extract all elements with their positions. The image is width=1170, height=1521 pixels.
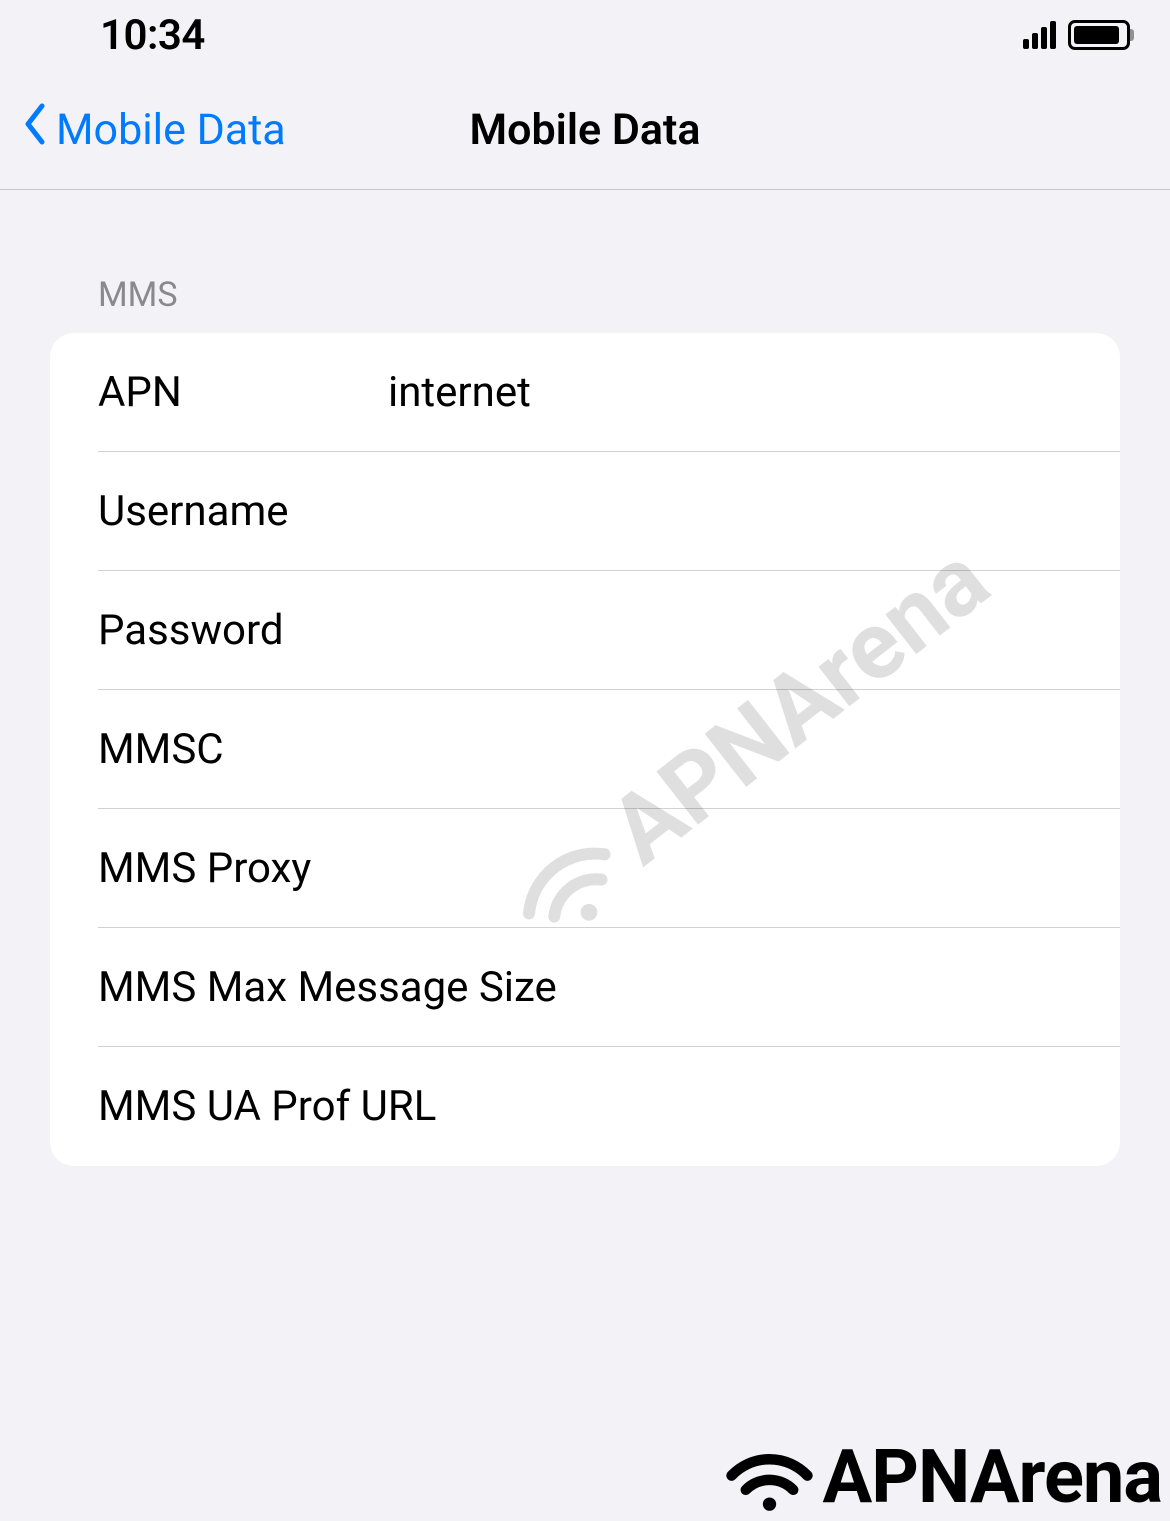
row-label: MMS UA Prof URL [98,1082,436,1131]
row-label: MMS Proxy [98,844,388,893]
row-apn[interactable]: APN [50,333,1120,452]
nav-bar: Mobile Data Mobile Data [0,70,1170,190]
row-mms-max-message-size[interactable]: MMS Max Message Size [50,928,1120,1047]
row-username[interactable]: Username [50,452,1120,571]
row-label: MMS Max Message Size [98,963,557,1012]
status-indicators [1023,20,1130,50]
footer-brand: APNArena [722,1434,1162,1521]
row-mmsc[interactable]: MMSC [50,690,1120,809]
mms-ua-prof-url-field[interactable] [436,1082,1120,1131]
chevron-left-icon [22,102,48,157]
content: MMS APN Username Password MMSC MMS Proxy… [0,275,1170,1166]
row-mms-ua-prof-url[interactable]: MMS UA Prof URL [50,1047,1120,1166]
section-header-mms: MMS [98,275,1120,315]
row-label: APN [98,368,388,417]
password-field[interactable] [388,606,1120,655]
mms-settings-table: APN Username Password MMSC MMS Proxy MMS… [50,333,1120,1166]
wifi-icon [722,1442,817,1514]
footer-brand-text: APNArena [823,1434,1162,1521]
mmsc-field[interactable] [388,725,1120,774]
row-label: MMSC [98,725,388,774]
back-button[interactable]: Mobile Data [0,102,286,157]
battery-icon [1068,20,1130,50]
status-bar: 10:34 [0,0,1170,70]
cellular-signal-icon [1023,21,1056,49]
row-label: Password [98,606,388,655]
status-time: 10:34 [100,11,205,60]
row-password[interactable]: Password [50,571,1120,690]
back-button-label: Mobile Data [56,105,286,155]
row-label: Username [98,487,388,536]
apn-field[interactable] [388,368,1120,417]
page-title: Mobile Data [470,105,701,155]
mms-proxy-field[interactable] [388,844,1120,893]
mms-max-message-size-field[interactable] [557,963,1120,1012]
username-field[interactable] [388,487,1120,536]
row-mms-proxy[interactable]: MMS Proxy [50,809,1120,928]
